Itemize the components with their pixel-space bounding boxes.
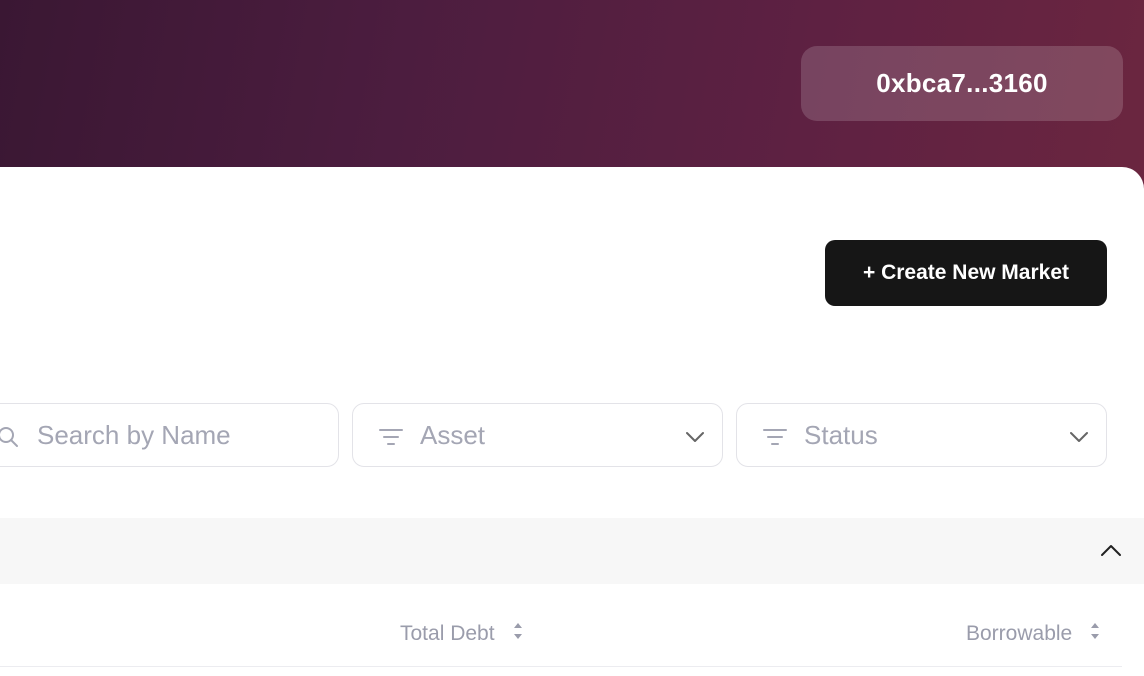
chevron-down-icon — [1070, 430, 1088, 448]
search-input[interactable]: Search by Name — [0, 403, 339, 467]
create-market-button[interactable]: + Create New Market — [825, 240, 1107, 306]
markets-panel: + Create New Market Search by Name Asset… — [0, 167, 1144, 676]
asset-filter-dropdown[interactable]: Asset — [352, 403, 723, 467]
column-label: Borrowable — [966, 622, 1073, 645]
search-placeholder: Search by Name — [37, 419, 231, 450]
collapsible-group-header[interactable] — [0, 518, 1144, 584]
wallet-address-button[interactable]: 0xbca7...3160 — [801, 46, 1123, 121]
search-icon — [0, 426, 19, 453]
column-header-total-debt[interactable]: Total Debt — [400, 622, 523, 646]
status-filter-dropdown[interactable]: Status — [736, 403, 1107, 467]
filter-icon — [763, 428, 787, 451]
filter-icon — [379, 428, 403, 451]
sort-icon[interactable] — [513, 622, 523, 646]
column-label: Total Debt — [400, 622, 495, 645]
chevron-up-icon[interactable] — [1100, 543, 1122, 562]
table-header-divider — [0, 666, 1122, 667]
sort-icon[interactable] — [1090, 622, 1100, 646]
status-filter-label: Status — [804, 419, 878, 450]
column-header-borrowable[interactable]: Borrowable — [966, 622, 1100, 646]
chevron-down-icon — [686, 430, 704, 448]
asset-filter-label: Asset — [420, 419, 486, 450]
